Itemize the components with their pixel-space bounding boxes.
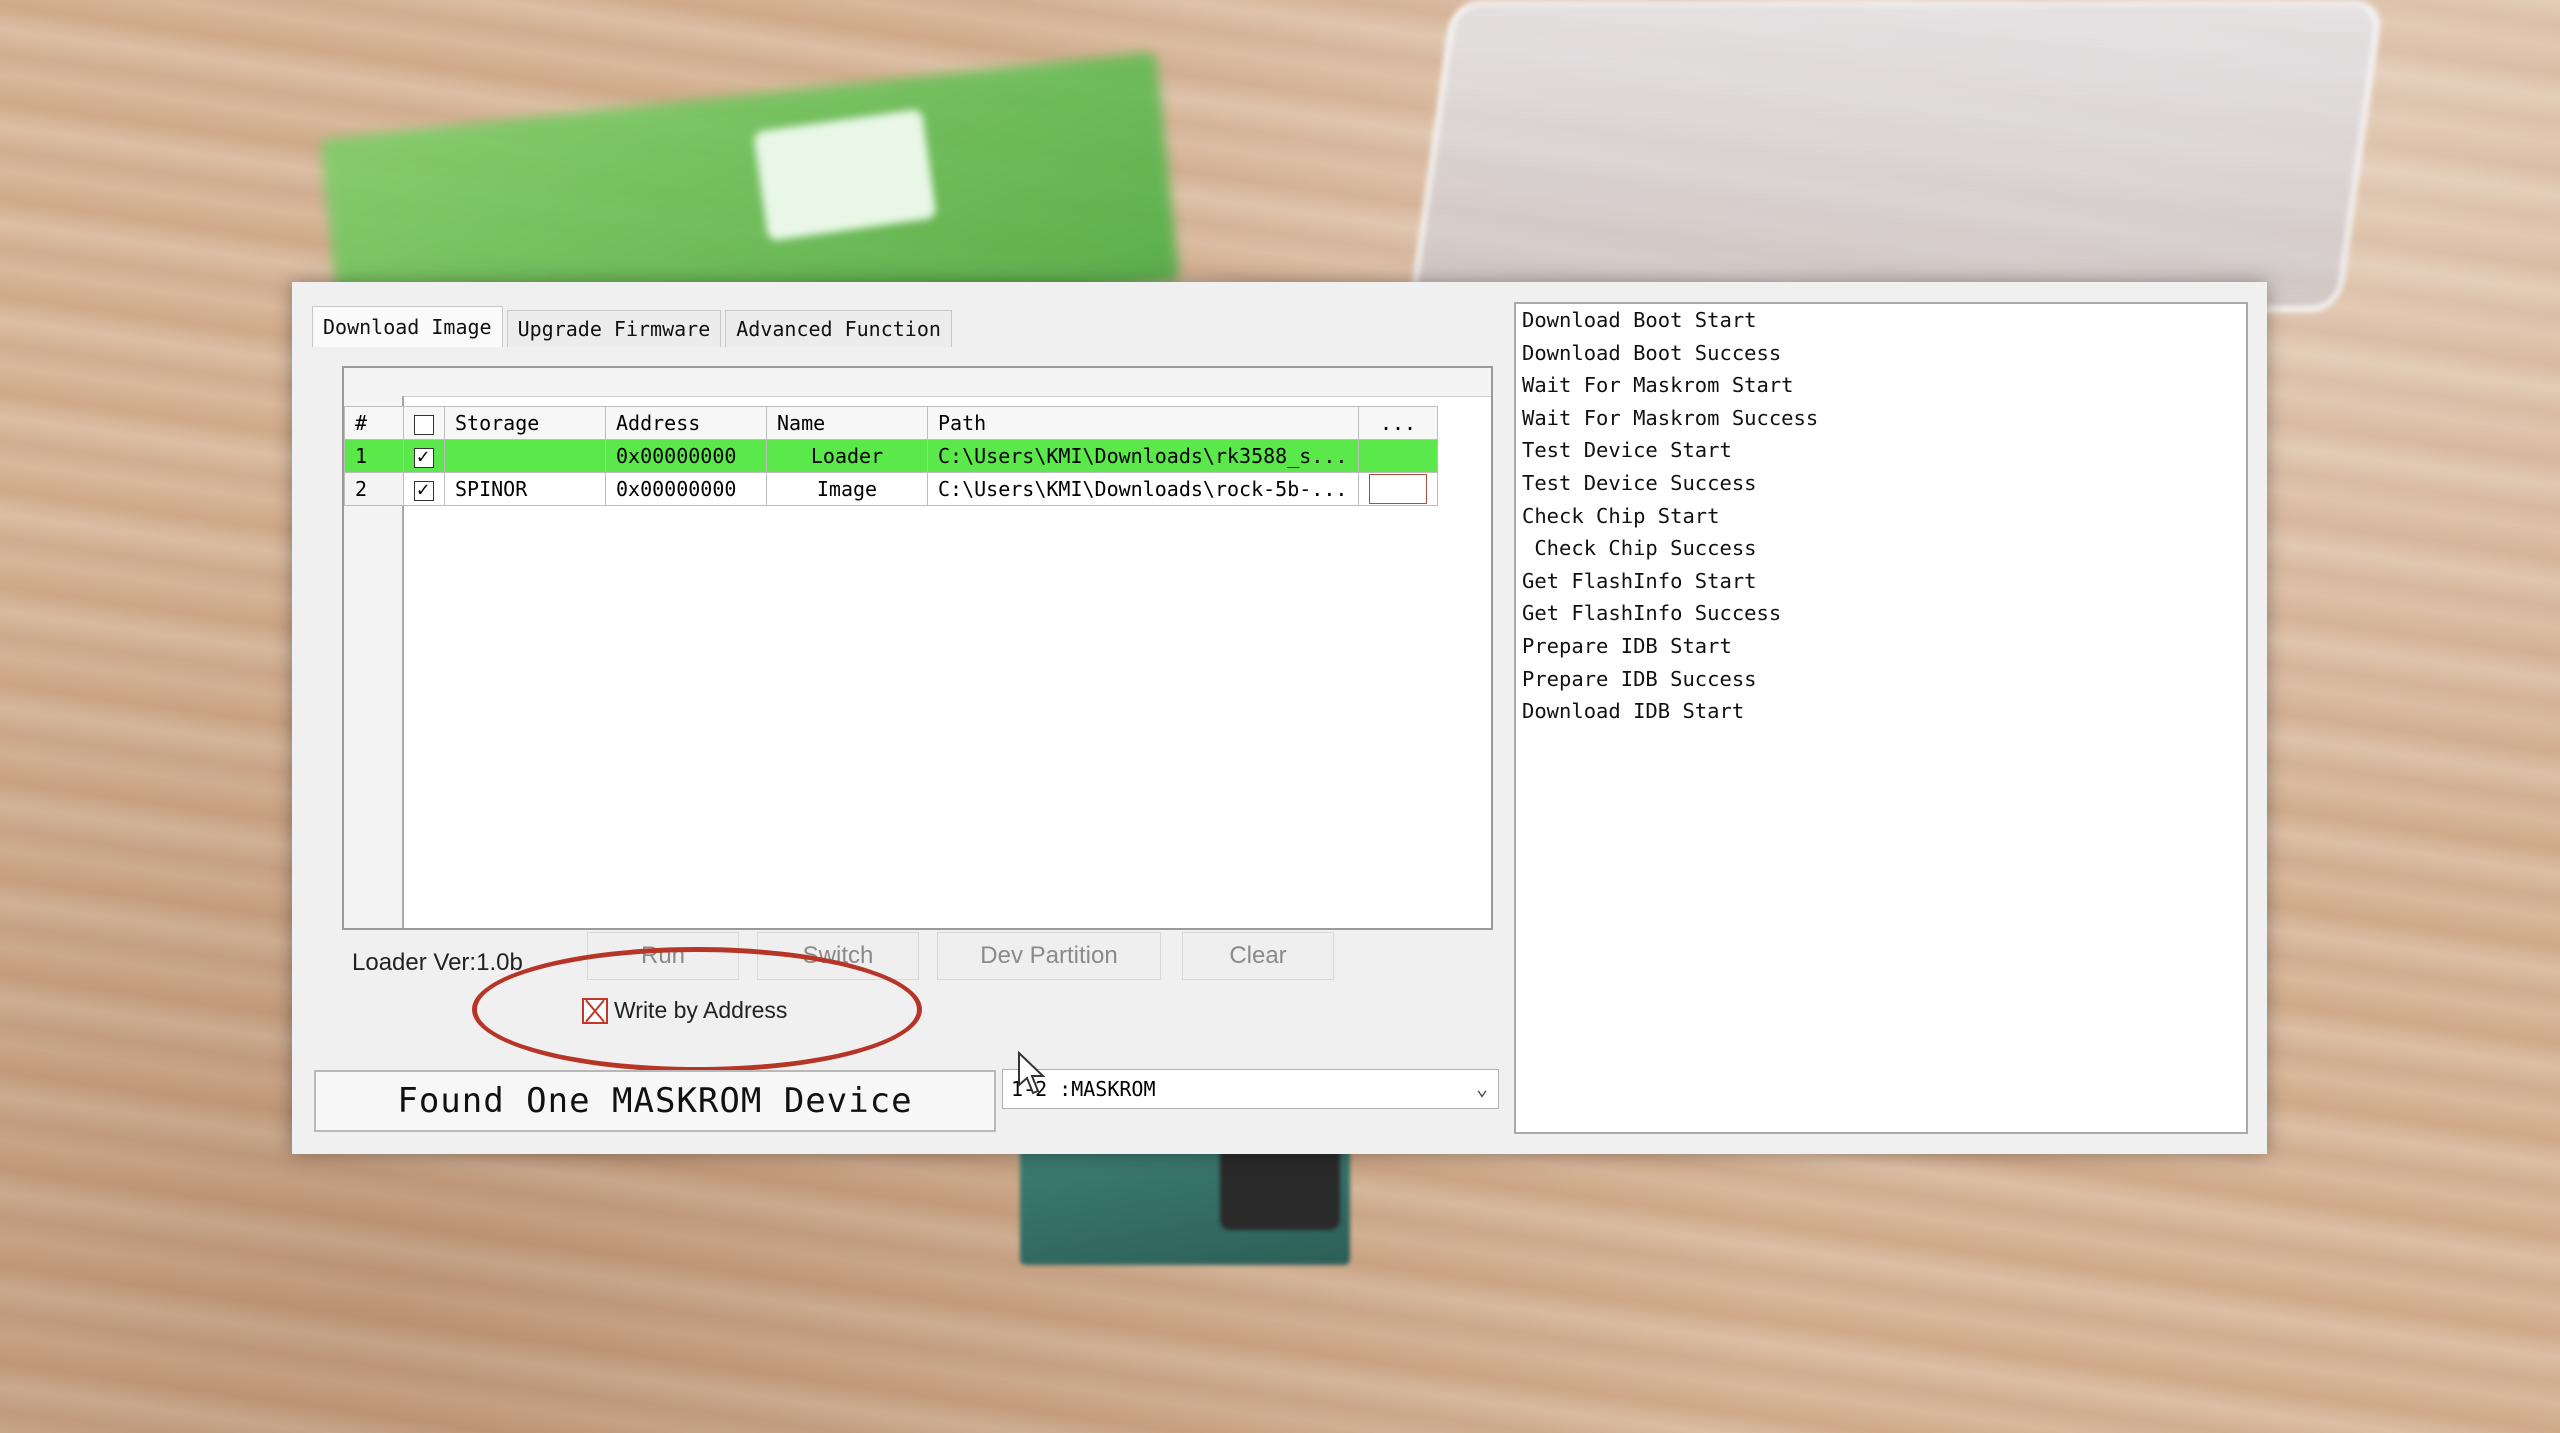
log-line: Get FlashInfo Success xyxy=(1522,601,1782,626)
row-checkbox-cell[interactable] xyxy=(403,439,445,473)
log-line: Get FlashInfo Start xyxy=(1522,568,1757,593)
log-line: Prepare IDB Start xyxy=(1522,633,1732,658)
row-path[interactable]: C:\Users\KMI\Downloads\rk3588_s... xyxy=(927,439,1359,473)
log-line: Check Chip Start xyxy=(1522,503,1720,528)
row-storage[interactable] xyxy=(444,439,606,473)
row-number: 2 xyxy=(344,472,404,506)
row-more-cell[interactable] xyxy=(1358,439,1438,473)
row-name[interactable]: Loader xyxy=(766,439,928,473)
browse-file-button[interactable] xyxy=(1369,474,1427,504)
grid-top-bar xyxy=(344,368,1491,397)
dev-partition-button[interactable]: Dev Partition xyxy=(937,932,1161,980)
column-header-address: Address xyxy=(605,406,767,440)
log-line: Wait For Maskrom Start xyxy=(1522,373,1794,398)
tab-bar: Download Image Upgrade Firmware Advanced… xyxy=(312,306,956,347)
row-path[interactable]: C:\Users\KMI\Downloads\rock-5b-... xyxy=(927,472,1359,506)
row-address[interactable]: 0x00000000 xyxy=(605,439,767,473)
row-checkbox[interactable] xyxy=(414,444,434,468)
log-panel[interactable]: Download Boot Start Download Boot Succes… xyxy=(1514,302,2248,1134)
mouse-cursor-icon xyxy=(1018,1051,1046,1095)
log-line: Test Device Success xyxy=(1522,470,1757,495)
row-checkbox-cell[interactable] xyxy=(403,472,445,506)
row-address[interactable]: 0x00000000 xyxy=(605,472,767,506)
log-line: Download Boot Start xyxy=(1522,308,1757,332)
write-by-address-option[interactable]: Write by Address xyxy=(582,997,787,1024)
chevron-down-icon[interactable]: ⌄ xyxy=(1476,1076,1488,1100)
column-header-num: # xyxy=(344,406,404,440)
background-box-logo xyxy=(753,108,937,242)
select-all-checkbox[interactable] xyxy=(414,414,434,435)
log-line: Prepare IDB Success xyxy=(1522,666,1757,691)
log-line: Download IDB Start xyxy=(1522,699,1745,724)
table-row[interactable]: 2 SPINOR 0x00000000 Image C:\Users\KMI\D… xyxy=(344,472,1438,506)
write-by-address-checkbox[interactable] xyxy=(582,997,608,1024)
table-row[interactable]: 1 0x00000000 Loader C:\Users\KMI\Downloa… xyxy=(344,439,1438,473)
table-header-row: # Storage Address Name Path ... xyxy=(344,406,1438,440)
write-by-address-label: Write by Address xyxy=(614,997,788,1023)
device-status-text: Found One MASKROM Device xyxy=(314,1070,996,1132)
tab-download-image[interactable]: Download Image xyxy=(312,306,503,347)
row-more-cell[interactable] xyxy=(1358,472,1438,506)
image-table: # Storage Address Name Path ... 1 0x0000… xyxy=(344,406,1438,506)
background-clear-case xyxy=(1408,0,2384,312)
log-line: Test Device Start xyxy=(1522,438,1732,463)
row-name[interactable]: Image xyxy=(766,472,928,506)
log-line: Wait For Maskrom Success xyxy=(1522,405,1819,430)
row-number: 1 xyxy=(344,439,404,473)
image-list-grid: # Storage Address Name Path ... 1 0x0000… xyxy=(342,366,1493,930)
column-header-name: Name xyxy=(766,406,928,440)
device-select[interactable]: 1-2 :MASKROM ⌄ xyxy=(1002,1069,1499,1109)
rkdevtool-window: Download Image Upgrade Firmware Advanced… xyxy=(292,282,2267,1154)
row-checkbox[interactable] xyxy=(414,477,434,501)
log-line: Download Boot Success xyxy=(1522,340,1782,365)
column-header-path: Path xyxy=(927,406,1359,440)
column-header-storage: Storage xyxy=(444,406,606,440)
loader-version-label: Loader Ver:1.0b xyxy=(352,949,523,976)
column-header-more: ... xyxy=(1358,406,1438,440)
log-line: Check Chip Success xyxy=(1522,536,1757,561)
clear-button[interactable]: Clear xyxy=(1182,932,1334,980)
tab-advanced-function[interactable]: Advanced Function xyxy=(725,310,952,347)
row-storage[interactable]: SPINOR xyxy=(444,472,606,506)
column-header-check[interactable] xyxy=(403,406,445,440)
tab-upgrade-firmware[interactable]: Upgrade Firmware xyxy=(506,310,722,347)
